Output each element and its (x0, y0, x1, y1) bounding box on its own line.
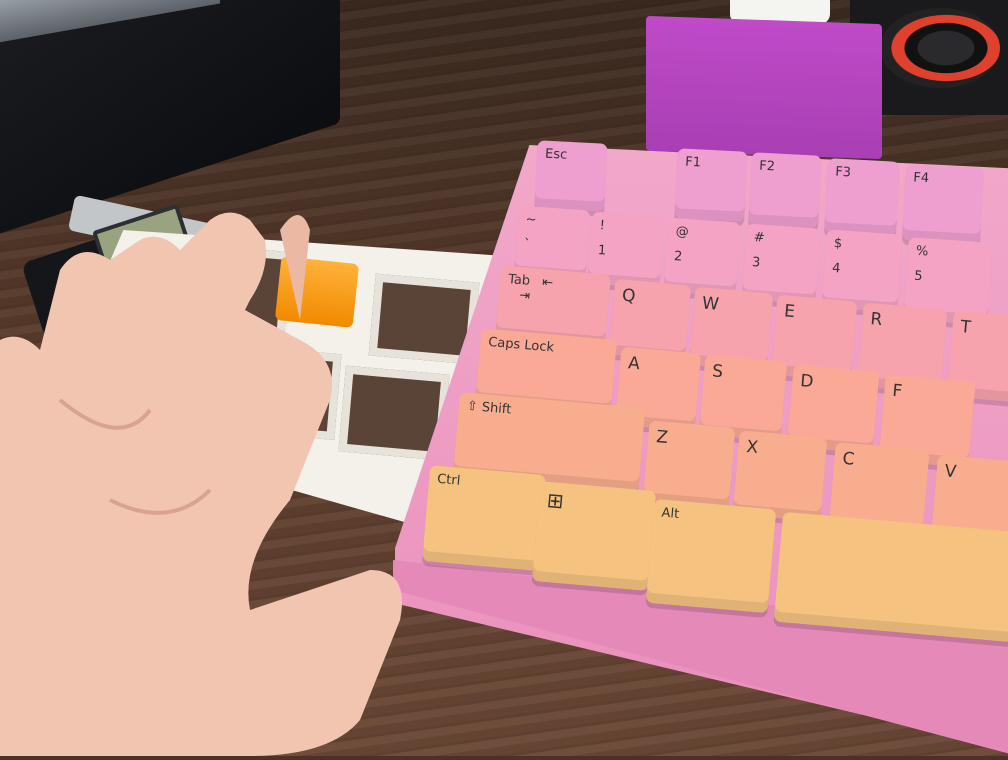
key-legend: F (891, 380, 904, 402)
key-legend: 3 (751, 254, 761, 271)
key-legend: 5 (913, 268, 924, 285)
key-f1[interactable]: F1 (674, 148, 748, 222)
key-legend-shift: # (753, 230, 766, 246)
key-legend-shift: % (915, 243, 929, 260)
key-legend: 1 (597, 243, 607, 259)
key-windows[interactable]: ⊞ (531, 481, 657, 591)
windows-logo-icon: ⊞ (545, 487, 565, 514)
key-ctrl[interactable]: Ctrl (422, 465, 546, 571)
key-legend: 2 (673, 249, 683, 265)
key-legend-shift: ! (599, 218, 606, 234)
key-legend: A (627, 353, 641, 375)
key-f3[interactable]: F3 (824, 158, 900, 236)
key-z[interactable]: Z (642, 420, 736, 510)
key-legend: E (783, 301, 796, 323)
purple-3d-printed-stand (646, 15, 882, 160)
key-legend: 4 (831, 260, 841, 277)
key-legend: Q (621, 285, 637, 307)
key-legend: F4 (912, 170, 930, 187)
shift-arrow-icon: ⇧ (466, 398, 479, 415)
key-legend: F2 (758, 158, 776, 175)
hand (0, 200, 420, 756)
key-legend: Alt (660, 505, 680, 523)
key-legend: Shift (481, 400, 512, 418)
key-esc[interactable]: Esc (534, 140, 608, 212)
key-legend: V (943, 461, 958, 483)
key-f4[interactable]: F4 (902, 164, 984, 244)
key-legend-shift: @ (675, 224, 690, 240)
key-legend: Z (655, 427, 669, 449)
key-f2[interactable]: F2 (748, 152, 822, 228)
key-legend: Caps Lock (487, 334, 555, 356)
speaker-driver (880, 8, 1000, 88)
key-legend: F1 (684, 154, 702, 171)
key-legend: F3 (834, 164, 852, 181)
key-legend: ` (523, 237, 531, 253)
key-legend: T (959, 317, 972, 338)
key-spacebar[interactable] (773, 511, 1008, 643)
key-alt[interactable]: Alt (645, 498, 777, 614)
key-legend: Ctrl (436, 471, 461, 489)
key-legend-shift: ~ (525, 212, 537, 228)
key-legend: R (869, 309, 884, 331)
key-legend: X (745, 436, 759, 458)
key-legend: Esc (544, 146, 568, 163)
key-legend: D (799, 371, 815, 393)
key-legend: C (841, 448, 856, 470)
key-legend: S (711, 361, 724, 383)
key-legend: W (701, 293, 720, 315)
key-legend-shift: $ (833, 235, 843, 252)
